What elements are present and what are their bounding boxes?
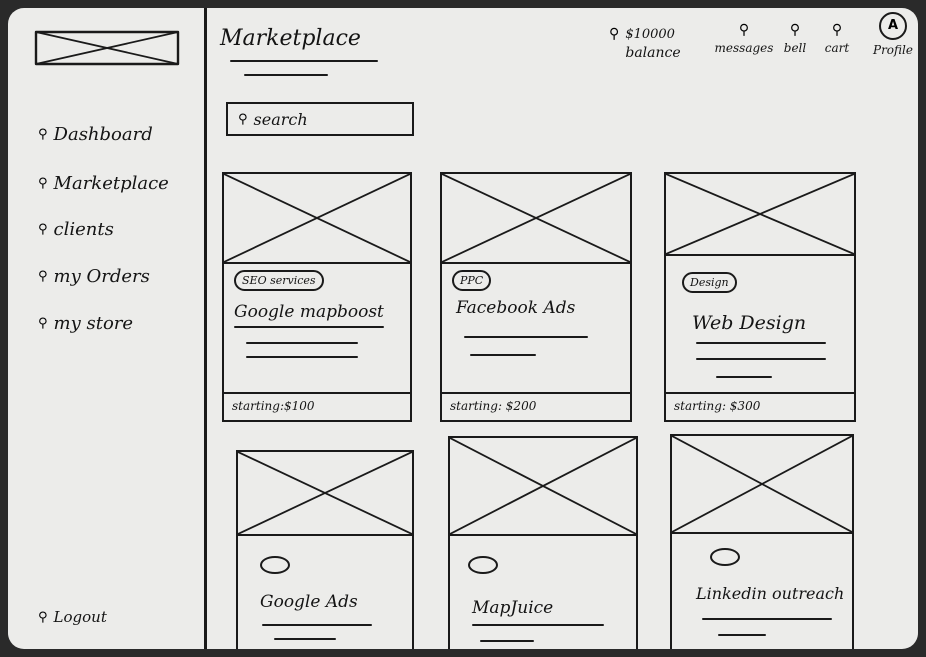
- category-tag[interactable]: [710, 548, 740, 566]
- cart-label: cart: [824, 41, 850, 55]
- sidebar-item-label: Dashboard: [53, 124, 153, 145]
- balance-amount: $10000: [625, 26, 675, 42]
- card-price: starting:$100: [232, 399, 315, 413]
- marketplace-icon: ⚲: [38, 176, 48, 191]
- search-input[interactable]: ⚲ search: [226, 102, 414, 136]
- messages-button[interactable]: ⚲ messages: [714, 22, 774, 55]
- bell-button[interactable]: ⚲ bell: [778, 22, 812, 55]
- bell-icon: ⚲: [789, 22, 801, 38]
- dashboard-icon: ⚲: [38, 127, 48, 142]
- sidebar-item-dashboard[interactable]: ⚲ Dashboard: [38, 124, 153, 145]
- card-title: Google mapboost: [234, 302, 384, 322]
- card-title: Web Design: [692, 312, 807, 334]
- balance-widget[interactable]: ⚲ $10000 balance: [596, 26, 688, 61]
- text-line: [246, 342, 358, 344]
- card-image-placeholder: [666, 174, 854, 256]
- category-tag[interactable]: SEO services: [234, 270, 324, 291]
- service-card[interactable]: PPC Facebook Ads starting: $200: [440, 172, 632, 422]
- service-card[interactable]: SEO services Google mapboost starting:$1…: [222, 172, 412, 422]
- service-card[interactable]: Linkedin outreach: [670, 434, 854, 649]
- logout-label: Logout: [53, 608, 107, 626]
- sidebar-item-label: my store: [53, 313, 134, 334]
- logout-button[interactable]: ⚲ Logout: [38, 608, 107, 626]
- card-image-placeholder: [442, 174, 630, 264]
- text-line: [696, 342, 826, 344]
- price-bar: starting: $200: [442, 392, 630, 420]
- cart-icon: ⚲: [831, 22, 843, 38]
- title-underline: [230, 60, 378, 62]
- balance-label: balance: [625, 45, 681, 61]
- card-title: Facebook Ads: [456, 298, 576, 318]
- service-card[interactable]: Google Ads: [236, 450, 414, 649]
- card-image-placeholder: [224, 174, 410, 264]
- category-tag[interactable]: [468, 556, 498, 574]
- text-line: [472, 624, 604, 626]
- service-card[interactable]: Design Web Design starting: $300: [664, 172, 856, 422]
- wallet-icon: ⚲: [609, 26, 620, 42]
- text-line: [480, 640, 534, 642]
- price-bar: starting:$100: [224, 392, 410, 420]
- text-line: [702, 618, 832, 620]
- sidebar-item-clients[interactable]: ⚲ clients: [38, 219, 114, 240]
- logo-placeholder: [34, 30, 180, 66]
- card-price: starting: $300: [674, 399, 761, 413]
- text-line: [234, 326, 384, 328]
- category-tag[interactable]: Design: [682, 272, 737, 293]
- text-line: [464, 336, 588, 338]
- orders-icon: ⚲: [38, 269, 48, 284]
- page-title: Marketplace: [220, 26, 361, 51]
- sidebar-divider: [204, 8, 207, 649]
- card-image-placeholder: [450, 438, 636, 536]
- text-line: [696, 358, 826, 360]
- card-price: starting: $200: [450, 399, 537, 413]
- card-title: Google Ads: [260, 592, 358, 612]
- bell-label: bell: [783, 41, 807, 55]
- cart-button[interactable]: ⚲ cart: [820, 22, 854, 55]
- messages-icon: ⚲: [738, 22, 750, 38]
- text-line: [716, 376, 772, 378]
- title-underline-2: [244, 74, 328, 76]
- sidebar-item-my-store[interactable]: ⚲ my store: [38, 313, 133, 334]
- logout-icon: ⚲: [38, 609, 48, 625]
- sidebar-item-my-orders[interactable]: ⚲ my Orders: [38, 266, 150, 287]
- sidebar-item-label: clients: [53, 219, 114, 240]
- price-bar: starting: $300: [666, 392, 854, 420]
- card-title: MapJuice: [472, 598, 554, 618]
- card-image-placeholder: [238, 452, 412, 536]
- sidebar-item-label: my Orders: [53, 266, 150, 287]
- text-line: [246, 356, 358, 358]
- card-title: Linkedin outreach: [696, 584, 845, 603]
- service-card[interactable]: MapJuice: [448, 436, 638, 649]
- profile-label: Profile: [873, 43, 913, 57]
- category-tag[interactable]: PPC: [452, 270, 492, 291]
- sidebar-item-label: Marketplace: [53, 173, 169, 194]
- wireframe-sheet: ⚲ Dashboard ⚲ Marketplace ⚲ clients ⚲ my…: [8, 8, 918, 649]
- messages-label: messages: [714, 41, 774, 55]
- sidebar-item-marketplace[interactable]: ⚲ Marketplace: [38, 173, 169, 194]
- store-icon: ⚲: [38, 316, 48, 331]
- category-tag[interactable]: [260, 556, 290, 574]
- search-icon: ⚲: [238, 111, 248, 127]
- card-image-placeholder: [672, 436, 852, 534]
- text-line: [262, 624, 372, 626]
- text-line: [274, 638, 336, 640]
- profile-button[interactable]: A Profile: [870, 12, 916, 57]
- search-label: search: [253, 109, 308, 129]
- clients-icon: ⚲: [38, 222, 48, 237]
- text-line: [718, 634, 766, 636]
- profile-icon: A: [879, 12, 907, 40]
- text-line: [470, 354, 536, 356]
